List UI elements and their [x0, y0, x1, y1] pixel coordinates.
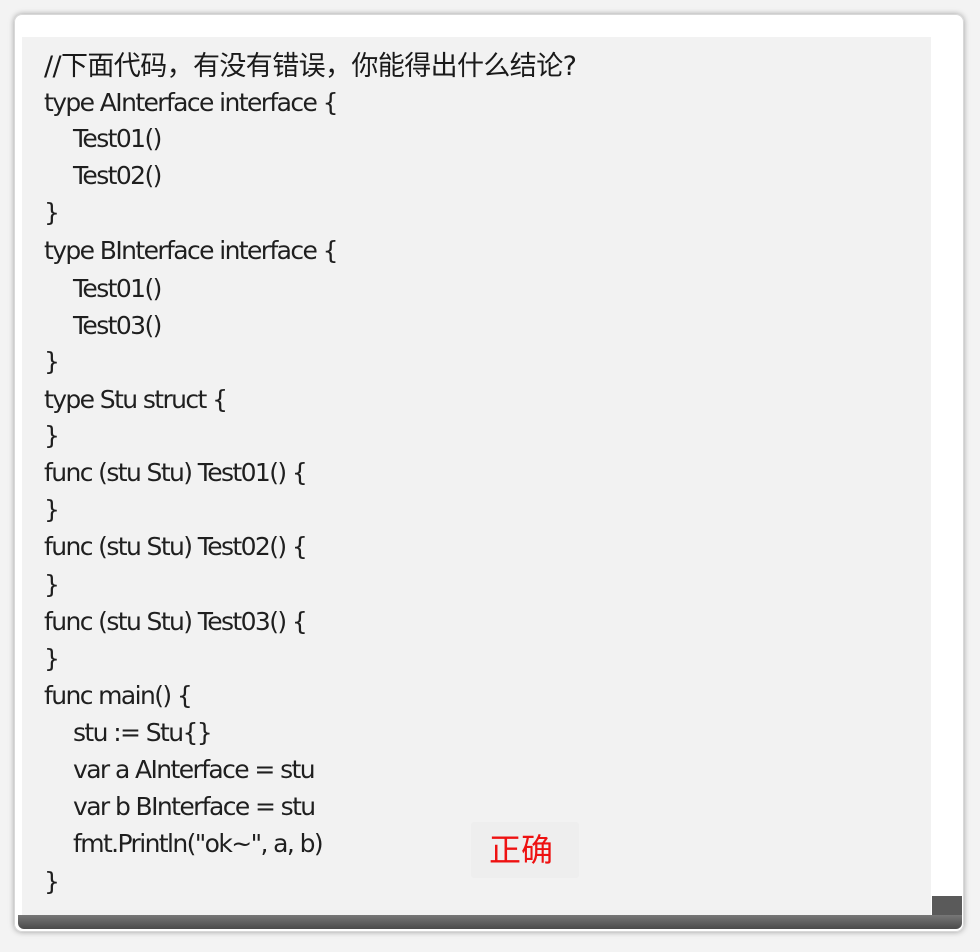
code-line-15: func (stu Stu) Test03() {	[44, 607, 308, 636]
code-line-12: }	[44, 495, 60, 524]
code-line-7: Test03()	[73, 311, 162, 340]
code-line-22: }	[44, 867, 60, 896]
code-line-3: Test02()	[73, 161, 162, 190]
question-comment: //下面代码，有没有错误，你能得出什么结论?	[44, 51, 577, 82]
code-line-18: stu := Stu{}	[73, 718, 213, 747]
code-line-14: }	[44, 570, 60, 599]
answer-label: 正确	[489, 831, 554, 869]
code-line-8: }	[44, 347, 60, 376]
code-line-2: Test01()	[73, 124, 162, 153]
code-line-6: Test01()	[73, 274, 162, 303]
code-line-11: func (stu Stu) Test01() {	[44, 458, 308, 487]
code-line-5: type BInterface interface {	[44, 236, 339, 265]
code-line-17: func main() {	[44, 681, 193, 710]
answer-badge: 正确	[471, 822, 579, 878]
code-line-20: var b BInterface = stu	[73, 792, 316, 821]
code-line-9: type Stu struct {	[44, 385, 228, 414]
code-line-16: }	[44, 644, 60, 673]
frame-bottom-bar	[18, 915, 962, 929]
code-line-21: fmt.Println("ok~", a, b)	[73, 829, 324, 858]
code-line-10: }	[44, 421, 60, 450]
code-line-13: func (stu Stu) Test02() {	[44, 532, 308, 561]
code-line-19: var a AInterface = stu	[73, 755, 316, 784]
code-line-4: }	[44, 198, 60, 227]
code-line-1: type AInterface interface {	[44, 88, 339, 117]
